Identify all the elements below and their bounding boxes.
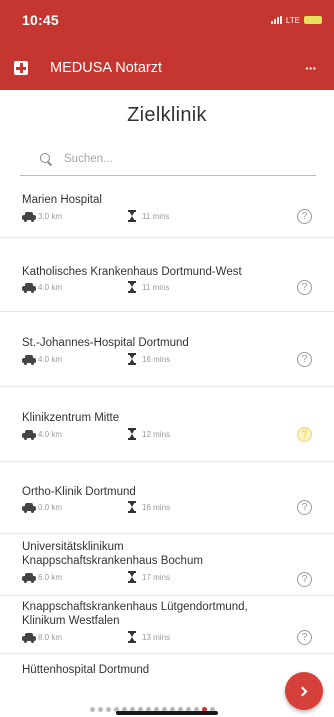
car-icon (22, 282, 36, 293)
meta-row: 8.0 km 13 mins (22, 630, 170, 644)
signal-icon (270, 16, 282, 24)
hourglass-icon (128, 353, 136, 365)
more-menu-button[interactable]: ··· (301, 60, 320, 76)
distance: 4.0 km (38, 282, 63, 292)
medical-cross-icon (14, 61, 28, 75)
distance: 4.0 km (38, 354, 63, 364)
car-icon (22, 572, 36, 583)
hourglass-icon (128, 210, 136, 222)
meta-row: 4.0 km 12 mins (22, 427, 170, 441)
car-icon (22, 354, 36, 365)
duration: 16 mins (142, 354, 171, 364)
page-dot[interactable] (106, 707, 111, 712)
list-item[interactable]: Hüttenhospital Dortmund (0, 654, 334, 694)
page-dot[interactable] (90, 707, 95, 712)
car-icon (22, 502, 36, 513)
search-input[interactable] (64, 152, 304, 165)
hourglass-icon (128, 501, 136, 513)
hourglass-icon (128, 281, 136, 293)
next-button[interactable] (285, 672, 323, 710)
meta-row: 0.0 km 16 mins (22, 500, 170, 514)
hospital-name: Katholisches Krankenhaus Dortmund-West (22, 266, 242, 278)
help-icon[interactable]: ? (297, 352, 312, 367)
car-icon (22, 632, 36, 643)
distance: 4.0 km (38, 429, 63, 439)
status-bar: 10:45 LTE (0, 0, 334, 46)
list-item[interactable]: St.-Johannes-Hospital Dortmund 4.0 km 16… (0, 312, 334, 387)
duration: 17 mins (142, 572, 171, 582)
page-dot[interactable] (98, 707, 103, 712)
app-bar: MEDUSA Notarzt ··· (0, 46, 334, 90)
search-icon (40, 152, 52, 165)
help-icon[interactable]: ? (297, 572, 312, 587)
hospital-name: Knappschaftskrankenhaus Lütgendortmund, … (22, 601, 248, 627)
hospital-name: Klinikzentrum Mitte (22, 412, 120, 424)
list-item[interactable]: Universitätsklinikum Knappschaftskranken… (0, 534, 334, 596)
hourglass-icon (128, 571, 136, 583)
list-item[interactable]: Marien Hospital 3.0 km 11 mins ? (0, 182, 334, 238)
list-item[interactable]: Klinikzentrum Mitte 4.0 km 12 mins ? (0, 387, 334, 462)
hospital-name: Universitätsklinikum Knappschaftskranken… (22, 541, 203, 567)
help-icon[interactable]: ? (297, 209, 312, 224)
list-item[interactable]: Ortho-Klinik Dortmund 0.0 km 16 mins ? (0, 462, 334, 534)
car-icon (22, 211, 36, 222)
network-label: LTE (285, 15, 300, 25)
hospital-name: St.-Johannes-Hospital Dortmund (22, 337, 189, 349)
hospital-name: Hüttenhospital Dortmund (22, 664, 150, 676)
list-item[interactable]: Knappschaftskrankenhaus Lütgendortmund, … (0, 596, 334, 654)
car-icon (22, 429, 36, 440)
home-indicator (116, 711, 218, 715)
help-icon[interactable]: ? (297, 427, 312, 442)
help-icon[interactable]: ? (297, 630, 312, 645)
list-item[interactable]: Katholisches Krankenhaus Dortmund-West 4… (0, 238, 334, 312)
duration: 16 mins (142, 502, 171, 512)
duration: 11 mins (142, 211, 170, 221)
help-icon[interactable]: ? (297, 500, 312, 515)
duration: 13 mins (142, 632, 171, 642)
page-title: Zielklinik (127, 104, 207, 126)
distance: 3.0 km (38, 211, 63, 221)
chevron-right-icon (297, 686, 308, 696)
hospital-name: Marien Hospital (22, 194, 102, 206)
hourglass-icon (128, 428, 136, 440)
duration: 12 mins (142, 429, 171, 439)
app-title: MEDUSA Notarzt (50, 60, 162, 76)
status-indicators: LTE (270, 15, 322, 25)
status-time: 10:45 (22, 12, 59, 28)
meta-row: 3.0 km 11 mins (22, 209, 169, 223)
search-bar[interactable] (20, 142, 316, 176)
distance: 6.0 km (38, 572, 63, 582)
hospital-name: Ortho-Klinik Dortmund (22, 486, 136, 498)
help-icon[interactable]: ? (297, 280, 312, 295)
meta-row: 4.0 km 16 mins (22, 352, 170, 366)
battery-icon (304, 16, 322, 24)
meta-row: 4.0 km 11 mins (22, 280, 169, 294)
meta-row: 6.0 km 17 mins (22, 570, 170, 584)
hourglass-icon (128, 631, 136, 643)
duration: 11 mins (142, 282, 170, 292)
distance: 0.0 km (38, 502, 63, 512)
distance: 8.0 km (38, 632, 63, 642)
